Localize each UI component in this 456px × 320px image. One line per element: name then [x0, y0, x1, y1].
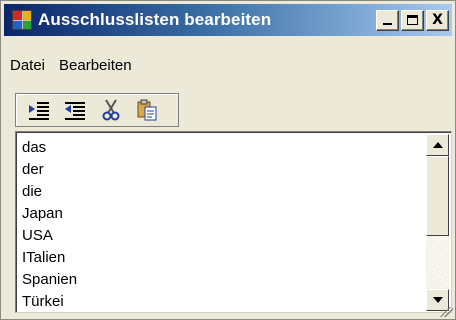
close-button[interactable]: X: [426, 9, 449, 31]
indent-right-button[interactable]: [62, 98, 88, 122]
list-items: das der die Japan USA ITalien Spanien Tü…: [22, 137, 77, 313]
exclusion-list[interactable]: das der die Japan USA ITalien Spanien Tü…: [15, 131, 452, 313]
list-item[interactable]: ITalien: [22, 247, 77, 269]
list-item[interactable]: das: [22, 137, 77, 159]
list-item[interactable]: Türkei: [22, 291, 77, 313]
scroll-up-button[interactable]: [426, 134, 449, 156]
maximize-icon: [407, 15, 418, 25]
window-title: Ausschlusslisten bearbeiten: [38, 10, 272, 29]
vertical-scrollbar[interactable]: [426, 134, 449, 311]
minimize-button[interactable]: [376, 9, 399, 31]
toolbar: [15, 93, 179, 127]
cut-button[interactable]: [98, 98, 124, 122]
arrow-up-icon: [432, 142, 443, 148]
close-icon: X: [432, 12, 443, 28]
menu-bearbeiten[interactable]: Bearbeiten: [59, 53, 132, 79]
minimize-icon: [383, 23, 392, 25]
menu-datei[interactable]: Datei: [10, 53, 45, 79]
window-controls: X: [376, 9, 449, 31]
indent-left-icon: [29, 102, 49, 120]
list-item[interactable]: USA: [22, 225, 77, 247]
arrow-down-icon: [432, 297, 443, 303]
resize-grip-icon[interactable]: [439, 307, 453, 317]
list-item[interactable]: der: [22, 159, 77, 181]
title-bar[interactable]: Ausschlusslisten bearbeiten X: [4, 4, 452, 36]
app-icon: [12, 10, 32, 30]
paste-icon: [137, 99, 157, 121]
menu-bar: Datei Bearbeiten: [4, 53, 132, 79]
list-item[interactable]: Spanien: [22, 269, 77, 291]
scroll-thumb[interactable]: [426, 156, 449, 236]
maximize-button[interactable]: [401, 9, 424, 31]
list-item[interactable]: Japan: [22, 203, 77, 225]
list-item[interactable]: die: [22, 181, 77, 203]
app-window: Ausschlusslisten bearbeiten X Datei Bear…: [0, 0, 456, 320]
indent-left-button[interactable]: [26, 98, 52, 122]
paste-button[interactable]: [134, 98, 160, 122]
indent-right-icon: [65, 102, 85, 120]
cut-icon: [102, 99, 120, 121]
